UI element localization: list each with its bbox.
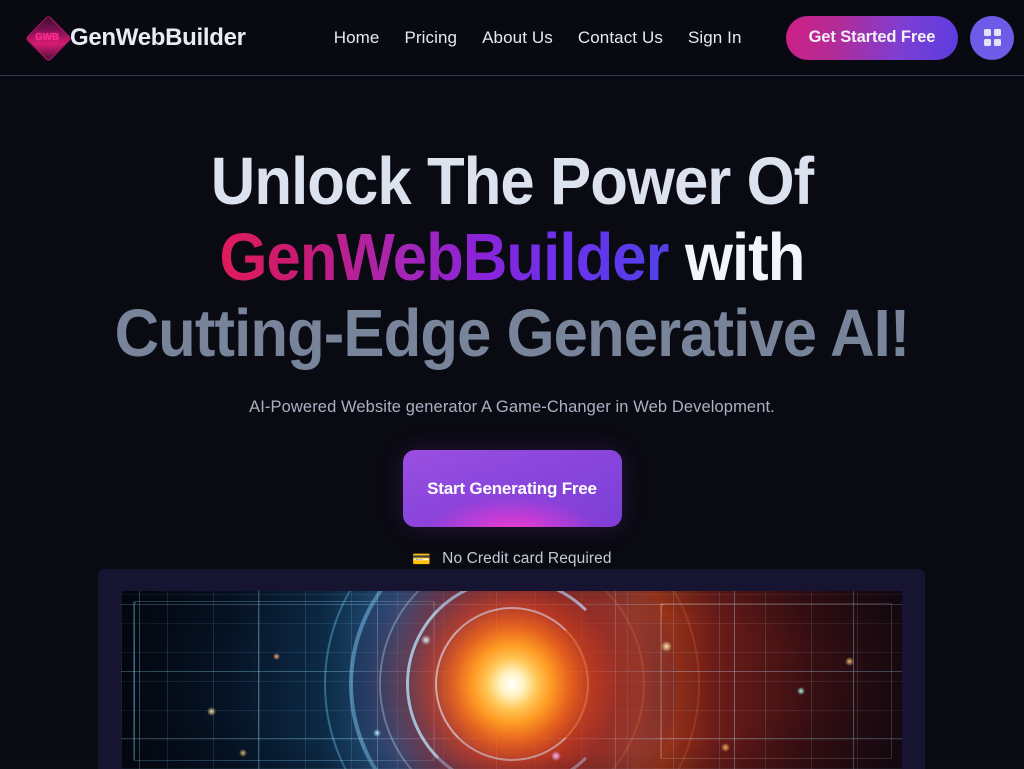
grid-cell bbox=[983, 39, 991, 46]
nav-item-contact-us[interactable]: Contact Us bbox=[578, 28, 663, 48]
hero-heading-line-2: GenWebBuilder with bbox=[41, 220, 983, 296]
site-header: GWB GenWebBuilder Home Pricing About Us … bbox=[0, 0, 1024, 76]
grid-cell bbox=[993, 39, 1001, 46]
nav-item-about-us[interactable]: About Us bbox=[482, 28, 553, 48]
grid-menu-button[interactable] bbox=[970, 15, 1015, 60]
hero-showcase-image bbox=[121, 591, 902, 769]
brand-name: GenWebBuilder bbox=[70, 23, 246, 51]
no-credit-card-note: 💳 No Credit card Required bbox=[0, 550, 1024, 568]
hero-cta-wrapper: Start Generating Free bbox=[0, 450, 1024, 527]
hero-heading-brand: GenWebBuilder bbox=[219, 220, 669, 295]
grid-menu-icon bbox=[983, 29, 1001, 46]
hero-heading-line-3: Cutting-Edge Generative AI! bbox=[114, 296, 911, 371]
logo-initials: GWB bbox=[35, 32, 59, 43]
diamond-logo-icon: GWB bbox=[24, 15, 72, 62]
hero-heading-line-1: Unlock The Power Of bbox=[210, 144, 814, 219]
nav-item-home[interactable]: Home bbox=[334, 28, 380, 48]
header-actions: Get Started Free bbox=[785, 15, 1015, 60]
start-generating-free-button[interactable]: Start Generating Free bbox=[403, 450, 622, 527]
hero-subtitle: AI-Powered Website generator A Game-Chan… bbox=[249, 398, 775, 416]
credit-card-icon: 💳 bbox=[412, 550, 432, 568]
main-navigation: Home Pricing About Us Contact Us Sign In bbox=[334, 28, 742, 48]
nav-item-sign-in[interactable]: Sign In bbox=[688, 28, 742, 48]
get-started-free-button[interactable]: Get Started Free bbox=[785, 15, 959, 60]
grid-cell bbox=[993, 29, 1001, 36]
showcase-panel bbox=[98, 569, 925, 769]
nav-item-pricing[interactable]: Pricing bbox=[404, 28, 457, 48]
hero-section: Unlock The Power Of GenWebBuilder with C… bbox=[0, 76, 1024, 568]
hero-heading-with: with bbox=[684, 220, 805, 295]
no-credit-card-label: No Credit card Required bbox=[442, 550, 612, 567]
hero-heading: Unlock The Power Of GenWebBuilder with C… bbox=[41, 144, 983, 372]
showcase-art-vignette bbox=[121, 591, 902, 769]
brand-logo[interactable]: GWB GenWebBuilder bbox=[24, 15, 246, 62]
grid-cell bbox=[983, 29, 991, 36]
